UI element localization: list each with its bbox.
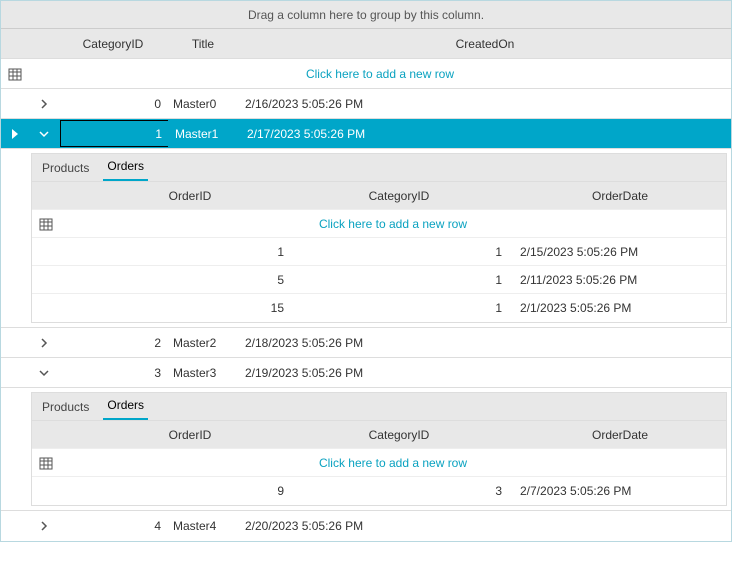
column-header-orderdate[interactable]: OrderDate	[508, 182, 726, 209]
cell-title[interactable]: Master4	[167, 511, 239, 541]
expander-header	[29, 29, 59, 58]
cell-categoryid[interactable]: 0	[59, 89, 167, 118]
tab-orders[interactable]: Orders	[103, 394, 148, 420]
cell-title[interactable]: Master1	[169, 119, 241, 148]
column-header-createdon[interactable]: CreatedOn	[239, 29, 731, 58]
cell-title[interactable]: Master3	[167, 358, 239, 387]
row-indicator	[1, 89, 29, 118]
cell-orderid[interactable]: 1	[90, 238, 290, 265]
collapse-button[interactable]	[29, 358, 59, 387]
detail-panel: Products Orders OrderID CategoryID Order…	[1, 388, 731, 511]
collapse-button[interactable]	[29, 119, 59, 148]
nested-data-row[interactable]: 5 1 2/11/2023 5:05:26 PM	[32, 266, 726, 294]
expand-button[interactable]	[29, 511, 59, 541]
current-row-indicator-icon	[1, 119, 29, 148]
nested-data-row[interactable]: 15 1 2/1/2023 5:05:26 PM	[32, 294, 726, 322]
column-header-categoryid[interactable]: CategoryID	[290, 182, 508, 209]
cell-createdon[interactable]: 2/16/2023 5:05:26 PM	[239, 89, 731, 118]
cell-categoryid[interactable]: 1	[290, 266, 508, 293]
column-header-categoryid[interactable]: CategoryID	[290, 421, 508, 448]
data-row[interactable]: 4 Master4 2/20/2023 5:05:26 PM	[1, 511, 731, 541]
nested-data-row[interactable]: 9 3 2/7/2023 5:05:26 PM	[32, 477, 726, 505]
data-grid: Drag a column here to group by this colu…	[0, 0, 732, 542]
nested-add-row[interactable]: Click here to add a new row	[32, 210, 726, 238]
cell-orderid[interactable]: 9	[90, 477, 290, 505]
column-header-orderdate[interactable]: OrderDate	[508, 421, 726, 448]
nested-data-row[interactable]: 1 1 2/15/2023 5:05:26 PM	[32, 238, 726, 266]
data-row[interactable]: 3 Master3 2/19/2023 5:05:26 PM	[1, 358, 731, 388]
cell-orderdate[interactable]: 2/7/2023 5:05:26 PM	[508, 477, 726, 505]
detail-tabs: Products Orders	[32, 154, 726, 182]
add-new-row-label: Click here to add a new row	[60, 449, 726, 476]
calendar-grid-icon	[1, 59, 29, 88]
nested-header: OrderID CategoryID OrderDate	[32, 421, 726, 449]
grid-header: CategoryID Title CreatedOn	[1, 29, 731, 59]
calendar-grid-icon	[32, 449, 60, 476]
cell-categoryid[interactable]: 1	[290, 238, 508, 265]
cell-orderid[interactable]: 5	[90, 266, 290, 293]
cell-orderid[interactable]: 15	[90, 294, 290, 322]
detail-tabs: Products Orders	[32, 393, 726, 421]
add-new-row-label: Click here to add a new row	[29, 59, 731, 88]
calendar-grid-icon	[32, 210, 60, 237]
cell-categoryid-focused[interactable]: 1	[60, 120, 168, 147]
cell-createdon[interactable]: 2/19/2023 5:05:26 PM	[239, 358, 731, 387]
cell-createdon[interactable]: 2/20/2023 5:05:26 PM	[239, 511, 731, 541]
row-indicator-header	[1, 29, 29, 58]
nested-header: OrderID CategoryID OrderDate	[32, 182, 726, 210]
data-row-selected[interactable]: 1 Master1 2/17/2023 5:05:26 PM	[1, 119, 731, 149]
cell-categoryid[interactable]: 2	[59, 328, 167, 357]
cell-title[interactable]: Master2	[167, 328, 239, 357]
column-header-categoryid[interactable]: CategoryID	[59, 29, 167, 58]
cell-orderdate[interactable]: 2/11/2023 5:05:26 PM	[508, 266, 726, 293]
cell-createdon[interactable]: 2/17/2023 5:05:26 PM	[241, 119, 731, 148]
tab-products[interactable]: Products	[38, 396, 93, 420]
cell-orderdate[interactable]: 2/15/2023 5:05:26 PM	[508, 238, 726, 265]
detail-panel: Products Orders OrderID CategoryID Order…	[1, 149, 731, 328]
column-header-orderid[interactable]: OrderID	[90, 182, 290, 209]
data-row[interactable]: 0 Master0 2/16/2023 5:05:26 PM	[1, 89, 731, 119]
nested-add-row[interactable]: Click here to add a new row	[32, 449, 726, 477]
cell-title[interactable]: Master0	[167, 89, 239, 118]
data-row[interactable]: 2 Master2 2/18/2023 5:05:26 PM	[1, 328, 731, 358]
add-new-row-label: Click here to add a new row	[60, 210, 726, 237]
tab-products[interactable]: Products	[38, 157, 93, 181]
cell-categoryid[interactable]: 3	[290, 477, 508, 505]
column-header-title[interactable]: Title	[167, 29, 239, 58]
expand-button[interactable]	[29, 89, 59, 118]
nested-grid: Products Orders OrderID CategoryID Order…	[31, 153, 727, 323]
group-by-panel[interactable]: Drag a column here to group by this colu…	[1, 1, 731, 29]
tab-orders[interactable]: Orders	[103, 155, 148, 181]
column-header-orderid[interactable]: OrderID	[90, 421, 290, 448]
cell-categoryid[interactable]: 4	[59, 511, 167, 541]
expand-button[interactable]	[29, 328, 59, 357]
cell-createdon[interactable]: 2/18/2023 5:05:26 PM	[239, 328, 731, 357]
cell-categoryid[interactable]: 3	[59, 358, 167, 387]
cell-categoryid[interactable]: 1	[290, 294, 508, 322]
nested-grid: Products Orders OrderID CategoryID Order…	[31, 392, 727, 506]
cell-orderdate[interactable]: 2/1/2023 5:05:26 PM	[508, 294, 726, 322]
add-new-row[interactable]: Click here to add a new row	[1, 59, 731, 89]
